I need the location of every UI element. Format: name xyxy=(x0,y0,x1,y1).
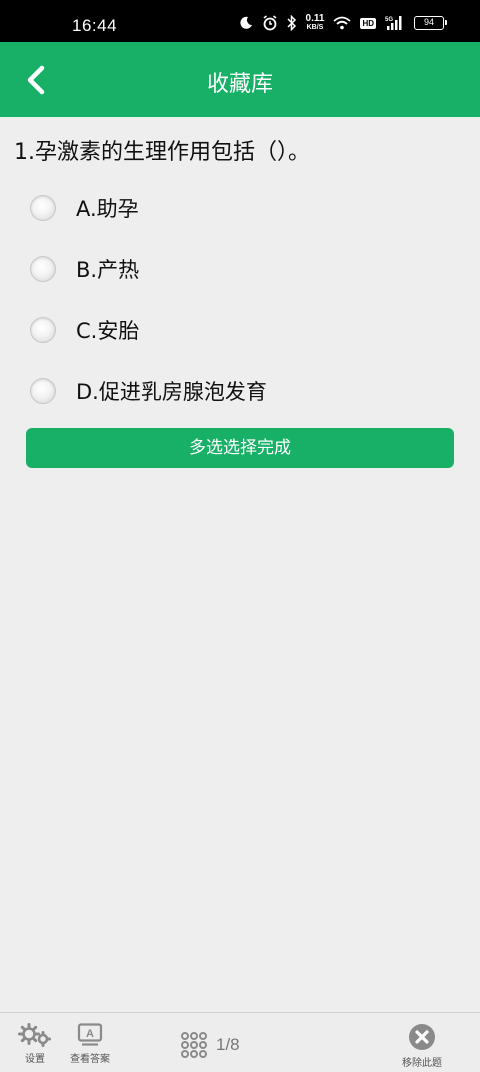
option-c[interactable]: C.安胎 xyxy=(30,310,139,350)
view-answer-label: 查看答案 xyxy=(70,1054,110,1065)
settings-label: 设置 xyxy=(25,1054,45,1065)
settings-button[interactable]: 设置 xyxy=(18,1023,52,1065)
signal-icon: 5G xyxy=(385,16,402,30)
page-title: 收藏库 xyxy=(206,72,273,97)
option-a-checkbox[interactable] xyxy=(30,195,56,221)
remove-question-label: 移除此题 xyxy=(402,1058,442,1069)
option-c-label: C.安胎 xyxy=(76,319,140,343)
svg-text:5G: 5G xyxy=(385,17,393,23)
status-time: 16:44 xyxy=(72,16,118,35)
battery-indicator: 94 xyxy=(414,16,447,30)
question-navigator[interactable]: 1/8 xyxy=(180,1031,240,1059)
moon-icon xyxy=(239,16,252,29)
wifi-icon xyxy=(333,16,352,30)
answer-screen-icon: A xyxy=(77,1023,103,1046)
svg-text:A: A xyxy=(86,1028,94,1040)
option-b[interactable]: B.产热 xyxy=(30,249,139,289)
option-d-label: D.促进乳房腺泡发育 xyxy=(76,380,267,404)
option-b-label: B.产热 xyxy=(76,258,140,282)
option-b-checkbox[interactable] xyxy=(30,256,56,282)
gears-icon xyxy=(18,1023,51,1047)
net-speed: 0.11 KB/S xyxy=(305,13,325,32)
option-c-checkbox[interactable] xyxy=(30,317,56,343)
option-d-checkbox[interactable] xyxy=(30,378,56,404)
submit-multi-select-button[interactable]: 多选选择完成 xyxy=(26,428,454,468)
grid-dots-icon xyxy=(181,1032,207,1058)
remove-question-button[interactable]: 移除此题 xyxy=(402,1023,442,1069)
question-progress: 1/8 xyxy=(216,1035,240,1054)
bottom-toolbar: 设置 A 查看答案 1/8 移除此题 xyxy=(0,1012,480,1072)
option-a[interactable]: A.助孕 xyxy=(30,188,139,228)
hd-badge: HD xyxy=(360,17,376,29)
option-a-label: A.助孕 xyxy=(76,197,139,221)
view-answer-button[interactable]: A 查看答案 xyxy=(70,1023,110,1065)
close-circle-icon xyxy=(409,1024,435,1050)
option-d[interactable]: D.促进乳房腺泡发育 xyxy=(30,371,267,411)
status-bar: 16:44 0.11 KB/S HD 5G 94 xyxy=(0,0,480,42)
status-icons: 0.11 KB/S HD 5G 94 xyxy=(239,12,447,34)
app-header: 收藏库 xyxy=(0,42,480,117)
bluetooth-icon xyxy=(286,15,296,31)
question-text: 1.孕激素的生理作用包括（）。 xyxy=(14,140,310,165)
alarm-icon xyxy=(263,15,277,31)
